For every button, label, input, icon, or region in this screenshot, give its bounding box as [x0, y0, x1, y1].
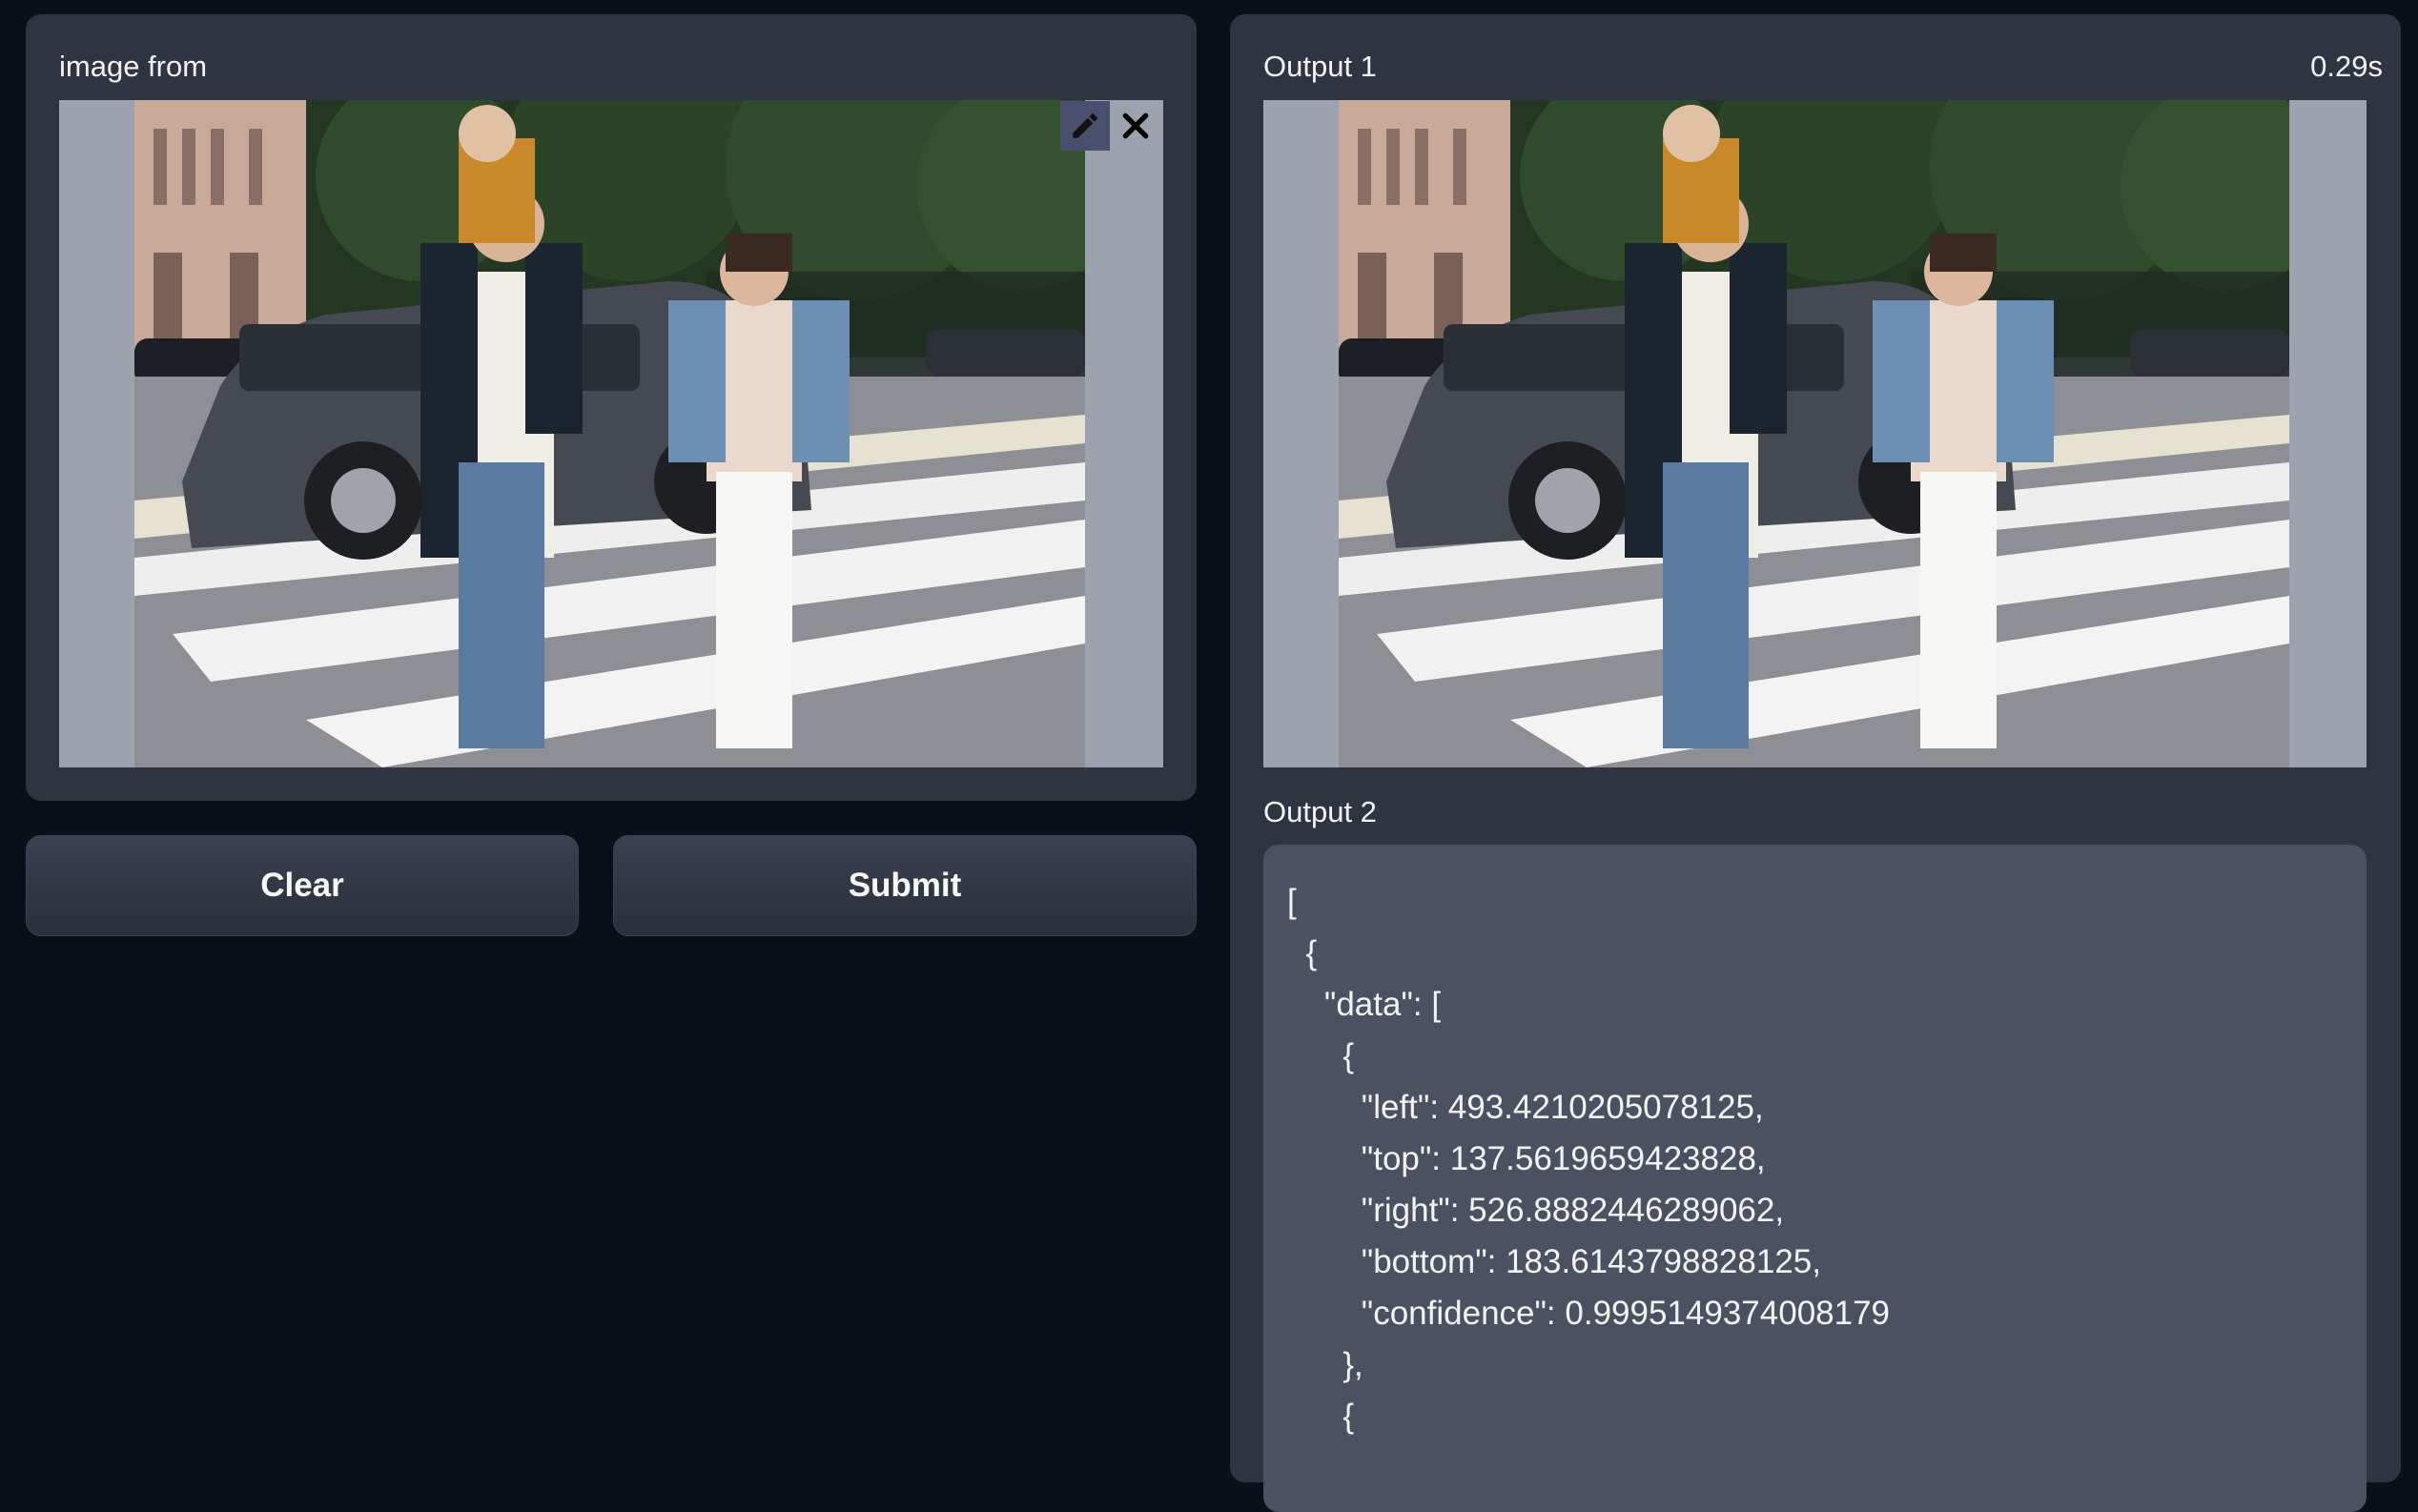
- json-line: "confidence": 0.9995149374008179: [1287, 1295, 1891, 1332]
- close-icon: [1122, 112, 1149, 139]
- json-line: },: [1287, 1346, 1363, 1383]
- clear-button[interactable]: Clear: [26, 835, 579, 936]
- json-line: "data": [: [1287, 986, 1442, 1023]
- output2-label: Output 2: [1263, 795, 1377, 828]
- submit-button[interactable]: Submit: [613, 835, 1197, 936]
- input-image-frame[interactable]: [59, 100, 1163, 767]
- input-image-label: image from: [59, 50, 208, 83]
- json-line: {: [1287, 1398, 1355, 1435]
- input-photo: [134, 100, 1085, 767]
- street-photo-image: [1339, 100, 2289, 767]
- json-output-box[interactable]: [ { "data": [ { "left": 493.421020507812…: [1263, 845, 2367, 1512]
- pencil-icon: [1073, 113, 1097, 138]
- output1-timing: 0.29s: [2310, 50, 2383, 83]
- json-line: "right": 526.8882446289062,: [1287, 1192, 1785, 1229]
- json-line: "left": 493.4210205078125,: [1287, 1089, 1764, 1126]
- json-line: {: [1287, 1037, 1355, 1074]
- json-line: "bottom": 183.6143798828125,: [1287, 1243, 1821, 1280]
- output1-label: Output 1: [1263, 50, 1377, 83]
- output-photo: [1339, 100, 2289, 767]
- street-photo-image: [134, 100, 1085, 767]
- edit-image-button[interactable]: [1060, 101, 1110, 151]
- output-image-frame: [1263, 100, 2367, 767]
- json-line: [: [1287, 883, 1297, 920]
- json-line: "top": 137.5619659423828,: [1287, 1140, 1766, 1177]
- json-line: {: [1287, 934, 1318, 971]
- clear-image-button[interactable]: [1111, 101, 1160, 151]
